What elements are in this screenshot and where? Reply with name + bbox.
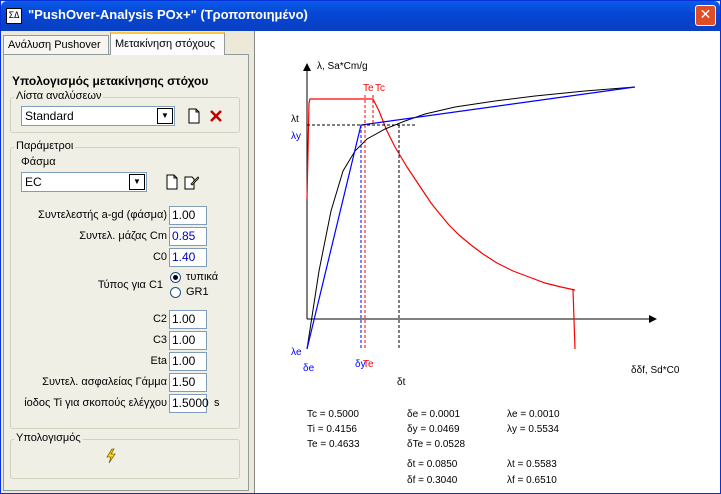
- cm-label: Συντελ. μάζας Cm: [79, 230, 167, 242]
- result-delta-t: δt = 0.0850: [407, 459, 458, 470]
- ti-field[interactable]: 1.5000: [169, 394, 209, 413]
- ti-label: ίοδος Ti για σκοπούς ελέγχου: [24, 397, 167, 409]
- results-col-1: Tc = 0.5000 Ti = 0.4156 Te = 0.4633: [307, 409, 360, 450]
- agd-field[interactable]: 1.00: [169, 206, 207, 225]
- chevron-down-icon[interactable]: ▼: [157, 108, 173, 124]
- result-lambda-y: λy = 0.5534: [507, 424, 559, 435]
- analysis-select-value: Standard: [25, 109, 74, 123]
- app-window: ΣΔ "PushOver-Analysis POx+" (Τροποποιημέ…: [0, 0, 721, 494]
- title-bar[interactable]: ΣΔ "PushOver-Analysis POx+" (Τροποποιημέ…: [1, 1, 720, 31]
- edit-spectrum-icon[interactable]: [183, 174, 199, 190]
- tick-delta-te: Te: [363, 359, 374, 370]
- result-tc: Tc = 0.5000: [307, 409, 359, 420]
- c2-label: C2: [152, 313, 167, 325]
- result-delta-y: δy = 0.0469: [407, 424, 460, 435]
- c1-typical-radio[interactable]: [170, 272, 181, 283]
- tick-lambda-t: λt: [291, 114, 299, 125]
- agd-label: Συντελεστής a-gd (φάσμα): [38, 209, 167, 221]
- parameters-label: Παράμετροι: [14, 140, 76, 152]
- gamma-field[interactable]: 1.50: [169, 373, 207, 392]
- calculation-label: Υπολογισμός: [14, 432, 83, 444]
- spectrum-select[interactable]: EC ▼: [21, 172, 147, 192]
- c3-label: C3: [152, 334, 167, 346]
- result-lambda-t: λt = 0.5583: [507, 459, 557, 470]
- section-title: Υπολογισμός μετακίνησης στόχου: [12, 74, 209, 88]
- tick-lambda-y: λy: [291, 131, 301, 142]
- app-icon: ΣΔ: [6, 8, 22, 24]
- c2-field[interactable]: 1.00: [169, 310, 207, 329]
- new-document-icon[interactable]: [186, 108, 202, 124]
- result-lambda-f: λf = 0.6510: [507, 475, 557, 486]
- analysis-list-label: Λίστα αναλύσεων: [14, 90, 104, 102]
- tick-lambda-e: λe: [291, 347, 302, 358]
- top-te-label: Te: [363, 83, 374, 94]
- delete-icon[interactable]: [208, 108, 224, 124]
- analysis-select[interactable]: Standard ▼: [21, 106, 175, 126]
- tab-target-displacement[interactable]: Μετακίνηση στόχους: [110, 32, 225, 55]
- spectrum-label: Φάσμα: [21, 156, 56, 168]
- c1-typical-label: τυπικά: [186, 271, 219, 283]
- chevron-down-icon[interactable]: ▼: [129, 174, 145, 190]
- y-axis-label: λ, Sa*Cm/g: [317, 61, 368, 72]
- left-panel: Ανάλυση Pushover Μετακίνηση στόχους Υπολ…: [2, 31, 253, 493]
- c3-field[interactable]: 1.00: [169, 331, 207, 350]
- result-lambda-e: λe = 0.0010: [507, 409, 560, 420]
- spectrum-select-value: EC: [25, 175, 42, 189]
- x-axis-label: δδf, Sd*C0: [631, 365, 680, 376]
- gamma-label: Συντελ. ασφαλείας Γάμμα: [42, 376, 167, 388]
- pushover-plot: λ, Sa*Cm/g δδf, Sd*C0 λt λy λe δe δy Te …: [291, 61, 680, 486]
- ti-unit: s: [214, 397, 220, 409]
- c0-field[interactable]: 1.40: [169, 248, 207, 267]
- window-title: "PushOver-Analysis POx+" (Τροποποιημένο): [28, 7, 308, 22]
- cm-field[interactable]: 0.85: [169, 227, 207, 246]
- result-delta-e: δe = 0.0001: [407, 409, 461, 420]
- top-tc-label: Tc: [375, 83, 385, 94]
- c1-type-label: Τύπος για C1: [97, 279, 163, 291]
- eta-label: Eta: [150, 355, 167, 367]
- result-delta-f: δf = 0.3040: [407, 475, 458, 486]
- result-delta-te: δTe = 0.0528: [407, 439, 466, 450]
- tick-delta-e: δe: [303, 363, 315, 374]
- result-ti: Ti = 0.4156: [307, 424, 357, 435]
- c0-label: C0: [152, 251, 167, 263]
- lightning-icon[interactable]: [103, 448, 119, 464]
- result-te: Te = 0.4633: [307, 439, 360, 450]
- spectrum-curve: [306, 98, 576, 350]
- plot-panel: λ, Sa*Cm/g δδf, Sd*C0 λt λy λe δe δy Te …: [254, 31, 720, 493]
- calculation-group: [10, 439, 240, 479]
- close-button[interactable]: ✕: [695, 5, 716, 26]
- results-col-3: λe = 0.0010 λy = 0.5534 λt = 0.5583 λf =…: [507, 409, 560, 486]
- results-col-2: δe = 0.0001 δy = 0.0469 δTe = 0.0528 δt …: [407, 409, 466, 486]
- new-spectrum-icon[interactable]: [164, 174, 180, 190]
- pushover-curve: [306, 86, 636, 350]
- c1-gr1-label: GR1: [186, 286, 209, 298]
- c1-gr1-radio[interactable]: [170, 287, 181, 298]
- tab-pushover-analysis[interactable]: Ανάλυση Pushover: [3, 35, 109, 55]
- eta-field[interactable]: 1.00: [169, 352, 207, 371]
- bilinear-curve: [306, 86, 636, 350]
- tick-delta-t: δt: [397, 377, 406, 388]
